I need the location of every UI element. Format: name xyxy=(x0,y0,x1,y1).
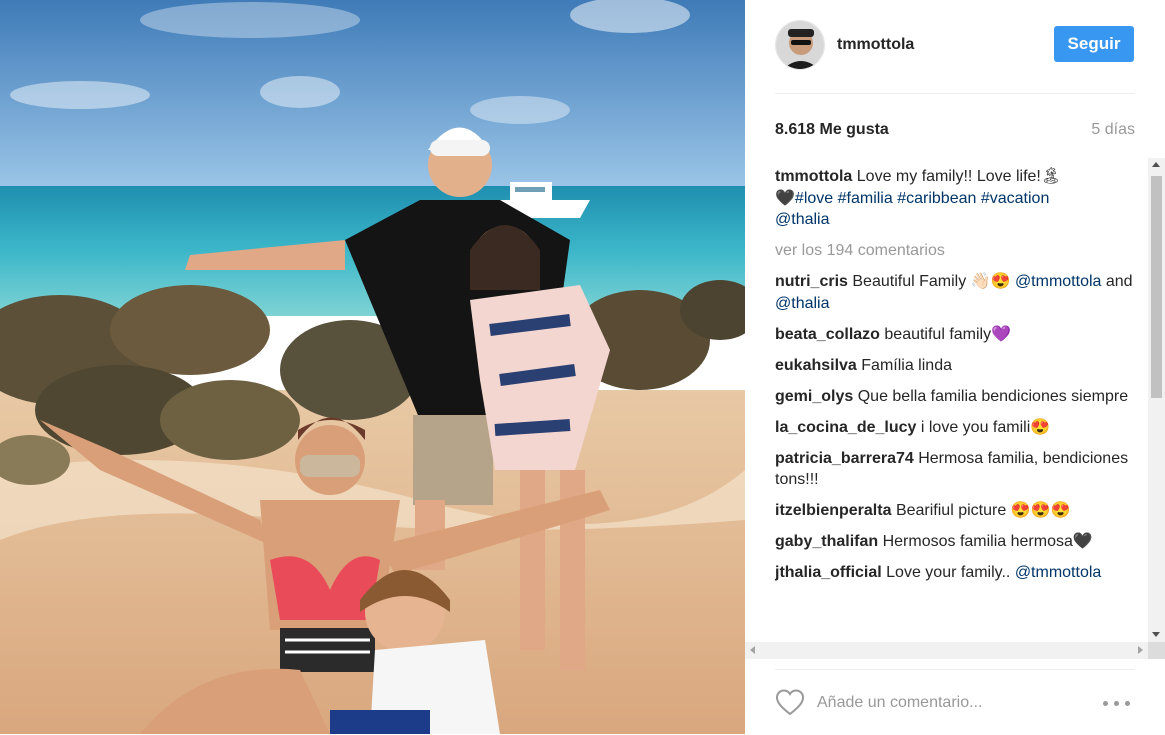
comment-username[interactable]: eukahsilva xyxy=(775,357,857,374)
comment-footer xyxy=(775,669,1135,735)
mention-link[interactable]: @thalia xyxy=(775,211,830,228)
mention-link[interactable]: @tmmottola xyxy=(1015,273,1101,290)
follow-button[interactable]: Seguir xyxy=(1054,26,1134,62)
comment-item: eukahsilva Família linda xyxy=(775,355,1141,377)
comment-username[interactable]: gaby_thalifan xyxy=(775,533,878,550)
family-beach-photo xyxy=(0,0,745,734)
comment-username[interactable]: la_cocina_de_lucy xyxy=(775,419,916,436)
comment-item: patricia_barrera74 Hermosa familia, bend… xyxy=(775,448,1141,491)
comment-text: beautiful family💜 xyxy=(884,325,1012,343)
caption-emoji: 🖤 xyxy=(775,189,795,207)
comment-text: i love you famili😍 xyxy=(920,418,1051,436)
dot xyxy=(1114,701,1119,706)
add-comment-input[interactable] xyxy=(817,690,1077,716)
mention-link[interactable]: @tmmottola xyxy=(1015,564,1101,581)
avatar-image xyxy=(776,21,824,69)
comment-item: nutri_cris Beautiful Family 👋🏻😍 @tmmotto… xyxy=(775,271,1141,314)
hashtag-link[interactable]: #familia xyxy=(838,190,893,207)
comments-horizontal-scrollbar[interactable] xyxy=(745,642,1148,659)
caption-username[interactable]: tmmottola xyxy=(775,168,852,185)
comment-item: gaby_thalifan Hermosos familia hermosa🖤 xyxy=(775,531,1141,553)
comment-text: Love your family.. xyxy=(886,564,1011,581)
scroll-up-arrow-icon[interactable] xyxy=(1152,162,1160,167)
comment-username[interactable]: nutri_cris xyxy=(775,273,848,290)
view-all-comments-link[interactable]: ver los 194 comentarios xyxy=(775,240,1141,262)
post-time[interactable]: 5 días xyxy=(1091,121,1135,139)
comment-item: la_cocina_de_lucy i love you famili😍 xyxy=(775,417,1141,439)
comment-username[interactable]: itzelbienperalta xyxy=(775,502,891,519)
caption-text: Love my family!! Love life!🏝 xyxy=(856,168,1062,185)
comment-item: gemi_olys Que bella familia bendiciones … xyxy=(775,386,1141,408)
comment-item: beata_collazo beautiful family💜 xyxy=(775,324,1141,346)
mention-link[interactable]: @thalia xyxy=(775,295,830,312)
comment-username[interactable]: jthalia_official xyxy=(775,564,882,581)
avatar[interactable] xyxy=(775,20,825,70)
scrollbar-thumb[interactable] xyxy=(1151,176,1162,398)
post-username[interactable]: tmmottola xyxy=(837,36,914,54)
comment-text: Hermosos familia hermosa🖤 xyxy=(882,533,1093,550)
comment-username[interactable]: beata_collazo xyxy=(775,326,880,343)
comment-text-cont: and xyxy=(1105,273,1133,290)
scrollbar-corner xyxy=(1148,642,1165,659)
hashtag-link[interactable]: #love xyxy=(795,190,833,207)
comments-list: tmmottola Love my family!! Love life!🏝 🖤… xyxy=(775,158,1141,642)
comment-text: Família linda xyxy=(861,356,952,374)
comment-text: Que bella familia bendiciones siempre xyxy=(857,387,1129,405)
comment-item: itzelbienperalta Bearifiul picture 😍😍😍 xyxy=(775,500,1141,522)
comment-username[interactable]: patricia_barrera74 xyxy=(775,450,914,467)
more-options-icon[interactable] xyxy=(1103,692,1135,712)
comment-username[interactable]: gemi_olys xyxy=(775,388,853,405)
scroll-right-arrow-icon[interactable] xyxy=(1138,646,1143,654)
post-photo[interactable] xyxy=(0,0,745,734)
divider xyxy=(775,93,1135,94)
scroll-down-arrow-icon[interactable] xyxy=(1152,632,1160,637)
dot xyxy=(1103,701,1108,706)
hashtag-link[interactable]: #vacation xyxy=(981,190,1050,207)
hashtag-link[interactable]: #caribbean xyxy=(897,190,976,207)
dot xyxy=(1125,701,1130,706)
post-header: tmmottola Seguir xyxy=(775,20,1135,72)
heart-outline-icon[interactable] xyxy=(775,688,805,716)
caption: tmmottola Love my family!! Love life!🏝 🖤… xyxy=(775,166,1141,231)
comments-vertical-scrollbar[interactable] xyxy=(1148,158,1165,642)
comment-text: Beautiful Family 👋🏻😍 xyxy=(852,273,1011,290)
scroll-left-arrow-icon[interactable] xyxy=(750,646,755,654)
likes-count[interactable]: 8.618 Me gusta xyxy=(775,121,889,139)
comment-text: Bearifiul picture 😍😍😍 xyxy=(895,502,1071,519)
post-details-panel: tmmottola Seguir 8.618 Me gusta 5 días t… xyxy=(745,0,1165,734)
comment-item: jthalia_official Love your family.. @tmm… xyxy=(775,562,1141,584)
